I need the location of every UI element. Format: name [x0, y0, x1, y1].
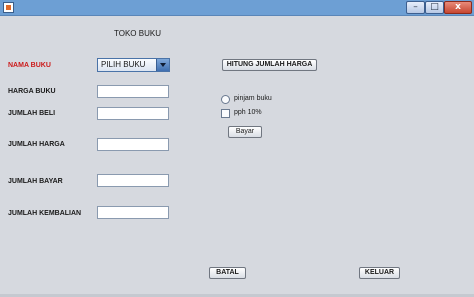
nama-buku-select[interactable]: PILIH BUKU [97, 58, 170, 72]
bayar-button[interactable]: Bayar [228, 126, 262, 138]
jumlah-beli-field[interactable] [97, 107, 169, 120]
harga-buku-field[interactable] [97, 85, 169, 98]
pph-checkbox[interactable] [221, 109, 230, 118]
pinjam-buku-label[interactable]: pinjam buku [234, 95, 272, 102]
jumlah-kembalian-field[interactable] [97, 206, 169, 219]
hitung-jumlah-harga-button[interactable]: HITUNG JUMLAH HARGA [222, 59, 317, 71]
jumlah-bayar-field[interactable] [97, 174, 169, 187]
jumlah-harga-field[interactable] [97, 138, 169, 151]
harga-buku-label: HARGA BUKU [8, 88, 56, 95]
nama-buku-label: NAMA BUKU [8, 62, 51, 69]
batal-button[interactable]: BATAL [209, 267, 246, 279]
title-bar[interactable]: – □ x [0, 0, 474, 16]
nama-buku-selected: PILIH BUKU [101, 60, 146, 69]
form-heading: TOKO BUKU [114, 29, 161, 38]
close-button[interactable]: x [444, 1, 472, 14]
java-app-icon [3, 2, 14, 13]
jumlah-beli-label: JUMLAH BELI [8, 110, 56, 117]
pinjam-buku-radio[interactable] [221, 95, 230, 104]
minimize-button[interactable]: – [406, 1, 425, 14]
jumlah-bayar-label: JUMLAH BAYAR [8, 178, 63, 185]
maximize-button[interactable]: □ [425, 1, 444, 14]
app-window: – □ x TOKO BUKU NAMA BUKU PILIH BUKU HAR… [0, 0, 474, 297]
keluar-button[interactable]: KELUAR [359, 267, 400, 279]
jumlah-kembalian-label: JUMLAH KEMBALIAN [8, 210, 82, 217]
jumlah-harga-label: JUMLAH HARGA [8, 141, 65, 148]
form-panel: TOKO BUKU NAMA BUKU PILIH BUKU HARGA BUK… [1, 16, 473, 296]
chevron-down-icon[interactable] [156, 59, 169, 71]
pph-label[interactable]: pph 10% [234, 109, 262, 116]
